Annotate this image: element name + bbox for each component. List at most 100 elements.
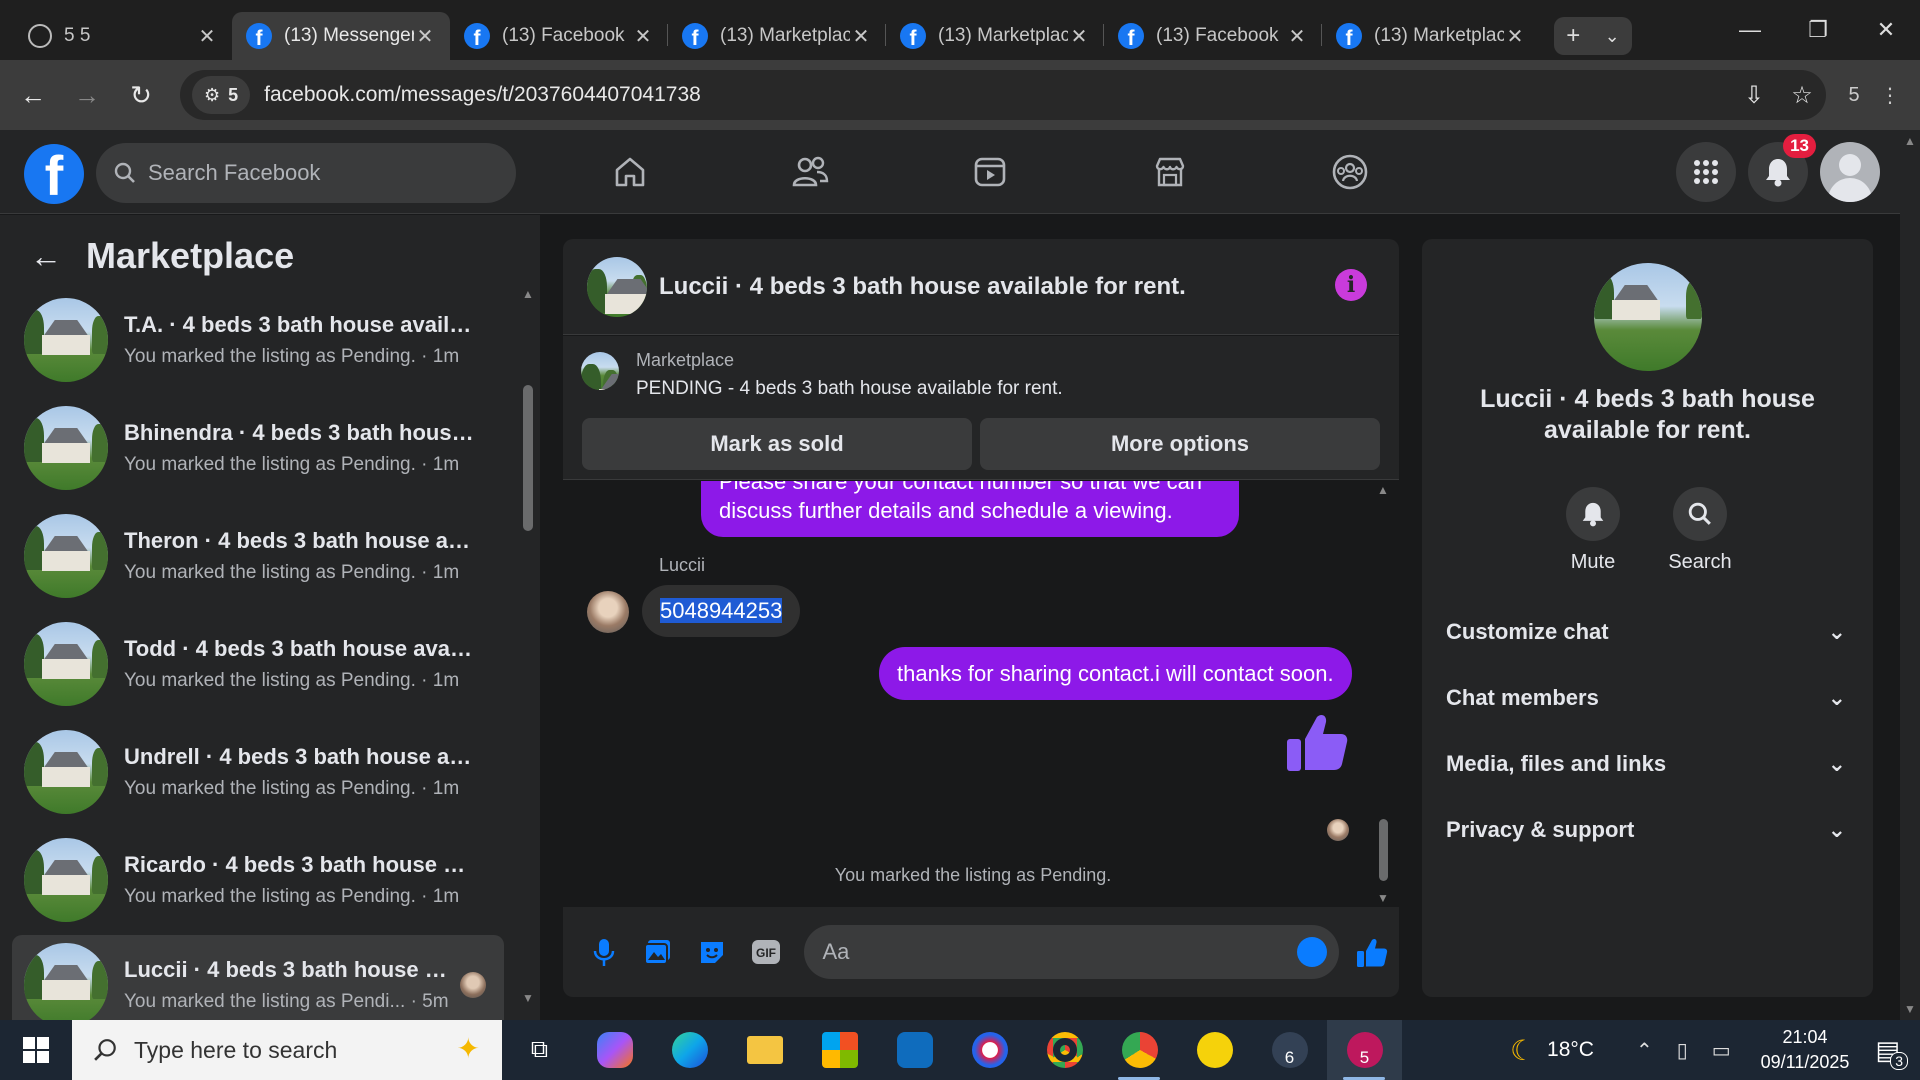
close-icon[interactable]: ✕ [1286,24,1308,49]
chat-title[interactable]: Luccii · 4 beds 3 bath house available f… [659,273,1186,301]
photo-icon[interactable] [631,938,685,966]
scroll-up-icon[interactable]: ▲ [1377,483,1389,497]
app-icon[interactable]: 6 [1252,1020,1327,1080]
browser-tab[interactable]: f (13) Marketplace ✕ [1322,12,1540,60]
mark-as-sold-button[interactable]: Mark as sold [582,418,972,470]
browser-tab[interactable]: f (13) Facebook ✕ [1104,12,1322,60]
browser-tab[interactable]: f (13) Facebook ✕ [450,12,668,60]
browser-tab[interactable]: f (13) Marketplace ✕ [668,12,886,60]
notification-center-icon[interactable]: ▤ 3 [1875,1035,1908,1070]
windows-start-icon[interactable] [0,1020,72,1080]
marketplace-icon[interactable] [1080,130,1260,214]
home-icon[interactable] [540,130,720,214]
privacy-support-section[interactable]: Privacy & support ⌄ [1446,805,1846,855]
chevron-up-icon[interactable]: ⌃ [1636,1038,1653,1063]
paint-icon[interactable] [952,1020,1027,1080]
weather-widget[interactable]: ☾ 18°C [1510,1034,1594,1067]
close-icon[interactable]: ✕ [1504,24,1526,49]
close-icon[interactable]: ✕ [1068,24,1090,49]
scroll-down-icon[interactable]: ▼ [1904,1002,1916,1016]
scroll-up-icon[interactable]: ▲ [1904,134,1916,148]
scroll-down-icon[interactable]: ▼ [522,991,534,1005]
app-icon-active[interactable]: 5 [1327,1020,1402,1080]
groups-icon[interactable] [1260,130,1440,214]
listing-thumbnail[interactable] [587,256,647,317]
task-view-icon[interactable]: ⧉ [502,1020,577,1080]
site-info-chip[interactable]: ⚙ 5 [192,76,251,114]
avatar[interactable] [587,591,629,633]
list-item[interactable]: T.A. · 4 beds 3 bath house availa... You… [12,290,504,390]
copilot-icon[interactable] [577,1020,652,1080]
customize-chat-section[interactable]: Customize chat ⌄ [1446,607,1846,657]
search-button[interactable]: Search [1655,487,1745,574]
media-files-links-section[interactable]: Media, files and links ⌄ [1446,739,1846,789]
clock[interactable]: 21:04 09/11/2025 [1761,1025,1850,1075]
list-item[interactable]: Ricardo · 4 beds 3 bath house av... You … [12,830,504,930]
close-icon[interactable]: ✕ [632,24,654,49]
chrome-icon[interactable] [1027,1020,1102,1080]
close-window-icon[interactable]: ✕ [1852,0,1920,60]
avatar[interactable] [1820,142,1880,202]
reload-icon[interactable]: ↻ [114,80,168,111]
close-icon[interactable]: ✕ [196,24,218,49]
message-input-box[interactable] [804,925,1340,979]
back-arrow-icon[interactable]: ← [30,238,62,275]
sidebar-scrollbar[interactable]: ▲ ▼ [520,287,534,1005]
omnibox[interactable]: ⚙ 5 facebook.com/messages/t/203760440704… [180,70,1826,120]
mute-button[interactable]: Mute [1548,487,1638,574]
minimize-icon[interactable]: — [1716,0,1784,60]
facebook-search[interactable] [96,143,516,203]
back-icon[interactable]: ← [6,80,60,111]
facebook-logo-icon[interactable]: f [24,144,84,204]
page-scrollbar[interactable]: ▲ ▼ [1900,130,1920,1020]
edge-icon[interactable] [652,1020,727,1080]
browser-tab-active[interactable]: f (13) Messenger ✕ [232,12,450,60]
battery-icon[interactable]: ▭ [1712,1038,1731,1063]
plus-icon[interactable]: + [1566,22,1580,50]
gif-icon[interactable]: GIF [739,939,793,965]
menu-grid-icon[interactable] [1676,142,1736,202]
device-icon[interactable]: ▯ [1677,1038,1688,1063]
file-explorer-icon[interactable] [727,1020,802,1080]
close-icon[interactable]: ✕ [850,24,872,49]
app-icon[interactable] [1177,1020,1252,1080]
kebab-menu-icon[interactable]: ⋮ [1872,83,1908,108]
list-item-active[interactable]: Luccii · 4 beds 3 bath house a... You ma… [12,935,504,1020]
scroll-up-icon[interactable]: ▲ [522,287,534,301]
restore-icon[interactable]: ❐ [1784,0,1852,60]
browser-tab[interactable]: 5 5 ✕ [14,12,232,60]
extension-badge[interactable]: 5 [1836,84,1872,107]
info-icon[interactable]: i [1335,269,1367,301]
browser-tab[interactable]: f (13) Marketplace ✕ [886,12,1104,60]
microphone-icon[interactable] [577,937,631,967]
search-input[interactable] [148,160,468,186]
message-input[interactable] [822,939,1263,965]
scroll-down-icon[interactable]: ▼ [1377,891,1389,905]
taskbar-search-input[interactable] [134,1036,434,1064]
list-item[interactable]: Todd · 4 beds 3 bath house avail... You … [12,614,504,714]
scroll-thumb[interactable] [1379,819,1388,881]
chat-members-section[interactable]: Chat members ⌄ [1446,673,1846,723]
more-options-button[interactable]: More options [980,418,1380,470]
video-icon[interactable] [900,130,1080,214]
bookmark-star-icon[interactable]: ☆ [1778,81,1826,110]
forward-icon[interactable]: → [60,80,114,111]
like-icon[interactable] [1345,936,1399,968]
scroll-thumb[interactable] [523,385,533,531]
close-icon[interactable]: ✕ [414,24,436,49]
message-scrollbar[interactable]: ▲ ▼ [1375,481,1391,907]
emoji-icon[interactable] [1297,937,1328,967]
list-item[interactable]: Bhinendra · 4 beds 3 bath house... You m… [12,398,504,498]
friends-icon[interactable] [720,130,900,214]
list-item[interactable]: Undrell · 4 beds 3 bath house av... You … [12,722,504,822]
outlook-icon[interactable] [877,1020,952,1080]
microsoft-store-icon[interactable] [802,1020,877,1080]
notifications-button[interactable]: 13 [1748,134,1816,202]
taskbar-search[interactable]: ✦ [72,1020,502,1080]
selected-phone-number[interactable]: 5048944253 [660,598,783,623]
list-item[interactable]: Theron · 4 beds 3 bath house av... You m… [12,506,504,606]
chevron-down-icon[interactable]: ⌄ [1605,26,1620,47]
install-app-icon[interactable]: ⇩ [1730,81,1778,110]
sticker-icon[interactable] [685,938,739,966]
chrome-profile-icon[interactable] [1102,1020,1177,1080]
